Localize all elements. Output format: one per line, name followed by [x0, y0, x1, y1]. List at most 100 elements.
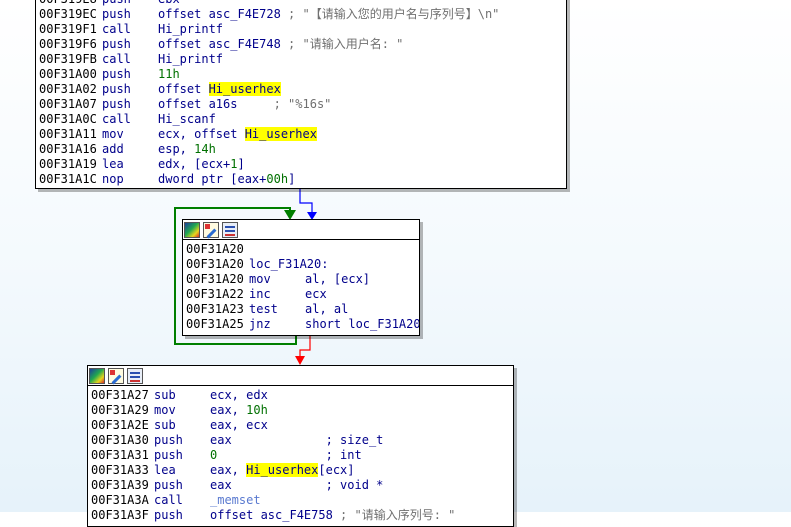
asm-operands: offset Hi_userhex: [158, 82, 281, 97]
asm-mnemonic: mov: [102, 127, 124, 141]
asm-operands: Hi_printf: [158, 52, 223, 67]
operand-text: ; void *: [325, 478, 384, 492]
asm-line[interactable]: 00F31A2E sub eax, ecx: [91, 418, 513, 433]
asm-operands: dword ptr [eax+00h]: [158, 172, 295, 187]
asm-mnemonic: loc_F31A20:: [249, 257, 329, 271]
asm-line[interactable]: 00F319F1 call Hi_printf: [39, 22, 566, 37]
asm-line[interactable]: 00F31A27 sub ecx, edx: [91, 388, 513, 403]
asm-line[interactable]: 00F31A02 push offset Hi_userhex: [39, 82, 566, 97]
asm-operands: al, [ecx]: [305, 272, 370, 287]
block3-header: [88, 366, 513, 386]
asm-line[interactable]: 00F31A20 loc_F31A20:: [186, 257, 419, 272]
asm-operands: esp, 14h: [158, 142, 216, 157]
operand-text: ecx: [305, 287, 327, 301]
asm-line[interactable]: 00F31A1C nop dword ptr [eax+00h]: [39, 172, 566, 187]
code-block-loop[interactable]: 00F31A20 00F31A20 loc_F31A20: 00F31A20 mov al…: [182, 219, 420, 336]
asm-address: 00F31A23: [186, 302, 244, 316]
asm-mnemonic: call: [102, 22, 131, 36]
xref-list-icon[interactable]: [127, 367, 143, 384]
asm-address: 00F31A16: [39, 142, 97, 156]
xref-list-icon[interactable]: [222, 221, 238, 238]
asm-line[interactable]: 00F31A00 push 11h: [39, 67, 566, 82]
operand-text: ]: [237, 157, 245, 171]
operand-text: ebx: [158, 0, 180, 6]
asm-mnemonic: add: [102, 142, 124, 156]
asm-line[interactable]: 00F319E8pushebx: [39, 0, 566, 7]
asm-line[interactable]: 00F31A29 mov eax, 10h: [91, 403, 513, 418]
asm-mnemonic: push: [154, 448, 183, 462]
asm-operands: al, al: [305, 302, 348, 317]
asm-line[interactable]: 00F31A22 inc ecx: [186, 287, 419, 302]
asm-address: 00F31A3A: [91, 493, 149, 507]
operand-text: offset asc_F4E758: [210, 508, 341, 522]
asm-line[interactable]: 00F31A20 mov al, [ecx]: [186, 272, 419, 287]
graph-color-icon[interactable]: [184, 221, 200, 238]
asm-operands: ecx: [305, 287, 327, 302]
asm-line[interactable]: 00F31A30 push eax ; size_t: [91, 433, 513, 448]
symbol-highlight[interactable]: Hi_userhex: [244, 127, 317, 141]
symbol-highlight[interactable]: Hi_userhex: [208, 82, 281, 96]
asm-line[interactable]: 00F31A16 add esp, 14h: [39, 142, 566, 157]
block2-header: [183, 220, 419, 240]
asm-address: 00F31A00: [39, 67, 97, 81]
operand-text: ecx, offset: [158, 127, 245, 141]
operand-text: edx, [ecx+: [158, 157, 231, 171]
asm-mnemonic: push: [154, 433, 183, 447]
asm-mnemonic: mov: [249, 272, 271, 286]
asm-line[interactable]: 00F31A39 push eax ; void *: [91, 478, 513, 493]
graph-color-icon[interactable]: [89, 367, 105, 384]
asm-line[interactable]: 00F31A23 test al, al: [186, 302, 419, 317]
code-block-1[interactable]: 00F319E8pushebx00F319ECpushoffset asc_F4…: [35, 0, 567, 189]
symbol-highlight[interactable]: Hi_userhex: [246, 463, 319, 477]
asm-operands: offset asc_F4E758 ; "请输入序列号: ": [210, 508, 455, 523]
asm-line[interactable]: 00F31A11 mov ecx, offset Hi_userhex: [39, 127, 566, 142]
asm-line[interactable]: 00F31A07 push offset a16s ; "%16s": [39, 97, 566, 112]
asm-address: 00F31A20: [186, 242, 244, 256]
operand-text: 00h: [266, 172, 289, 186]
asm-mnemonic: push: [154, 508, 183, 522]
asm-mnemonic: [249, 242, 305, 257]
asm-line[interactable]: 00F319F6 push offset asc_F4E748 ; "请输入用户名:…: [39, 37, 566, 52]
asm-operands: eax ; size_t: [210, 433, 383, 448]
asm-address: 00F319F1: [39, 22, 97, 36]
asm-address: 00F31A22: [186, 287, 244, 301]
asm-address: 00F31A0C: [39, 112, 97, 126]
asm-operands: eax, Hi_userhex[ecx]: [210, 463, 355, 478]
asm-operands: offset a16s ; "%16s": [158, 97, 331, 112]
asm-line[interactable]: 00F31A3F push offset asc_F4E758 ; "请输入序列号:…: [91, 508, 513, 523]
operand-text: al, al: [305, 302, 349, 316]
edge-false-red: [299, 335, 311, 357]
asm-operands: eax ; void *: [210, 478, 383, 493]
operand-text: offset a16s: [158, 97, 274, 111]
asm-line[interactable]: 00F319FB call Hi_printf: [39, 52, 566, 67]
code-block-3[interactable]: 00F31A27 sub ecx, edx 00F31A29 mov eax, 10h 00…: [87, 365, 514, 527]
asm-line[interactable]: 00F31A3A call _memset: [91, 493, 513, 508]
asm-operands: eax, 10h: [210, 403, 268, 418]
asm-operands: offset asc_F4E728 ; "【请输入您的用户名与序列号】\n": [158, 7, 499, 22]
asm-line[interactable]: 00F31A25 jnz short loc_F31A20: [186, 317, 419, 332]
asm-address: 00F319FB: [39, 52, 97, 66]
operand-text: Hi_printf: [158, 52, 224, 66]
asm-line[interactable]: 00F31A20: [186, 242, 419, 257]
edge-arrowhead-red: [295, 356, 305, 365]
asm-mnemonic: push: [102, 37, 131, 51]
asm-line[interactable]: 00F31A31 push 0 ; int: [91, 448, 513, 463]
asm-mnemonic: push: [102, 7, 131, 21]
asm-mnemonic: lea: [154, 463, 176, 477]
asm-line[interactable]: 00F31A19 lea edx, [ecx+1]: [39, 157, 566, 172]
block2-lines: 00F31A20 00F31A20 loc_F31A20: 00F31A20 mov al…: [183, 240, 419, 332]
asm-line[interactable]: 00F319EC push offset asc_F4E728 ; "【请输入您的用…: [39, 7, 566, 22]
function-link[interactable]: _memset: [210, 493, 261, 507]
asm-line[interactable]: 00F31A33 lea eax, Hi_userhex[ecx]: [91, 463, 513, 478]
asm-address: 00F31A02: [39, 82, 97, 96]
asm-address: 00F31A07: [39, 97, 97, 111]
operand-text: ; int: [217, 448, 362, 462]
asm-mnemonic: test: [249, 302, 278, 316]
edit-pencil-icon[interactable]: [108, 367, 124, 384]
operand-text: offset: [158, 82, 209, 96]
asm-address: 00F31A19: [39, 157, 97, 171]
asm-mnemonic: call: [102, 52, 131, 66]
edit-pencil-icon[interactable]: [203, 221, 219, 238]
asm-line[interactable]: 00F31A0C call Hi_scanf: [39, 112, 566, 127]
asm-comment: ; "%16s": [273, 97, 332, 111]
